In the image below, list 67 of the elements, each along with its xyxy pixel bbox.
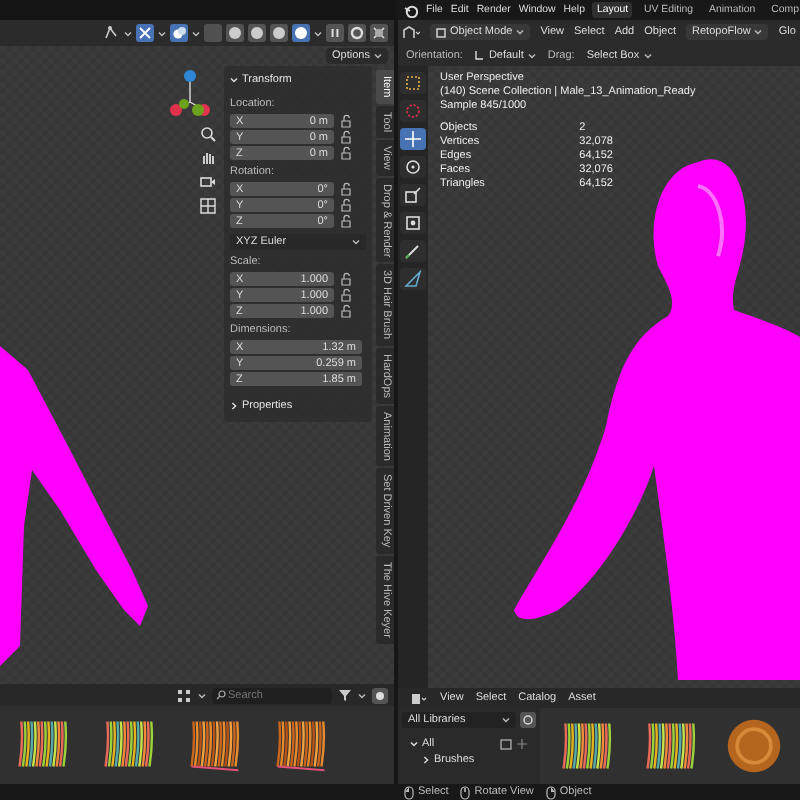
editor-type-icon[interactable] bbox=[402, 24, 420, 40]
caret-icon[interactable] bbox=[158, 29, 166, 37]
caret-icon[interactable] bbox=[527, 51, 536, 59]
transform-tool-icon bbox=[404, 214, 422, 232]
transform-tool-button[interactable] bbox=[400, 212, 426, 234]
scale-tool-icon bbox=[404, 186, 422, 204]
shading-mode-icon[interactable] bbox=[248, 24, 266, 42]
shading-mode-icon[interactable] bbox=[226, 24, 244, 42]
lock-icon[interactable] bbox=[340, 272, 354, 286]
filter-icon[interactable] bbox=[338, 688, 352, 702]
expand-caret-icon[interactable] bbox=[410, 740, 418, 748]
axes-icon bbox=[474, 50, 485, 60]
caret-icon[interactable] bbox=[314, 29, 322, 37]
search-icon bbox=[216, 690, 226, 700]
move-tool-button[interactable] bbox=[400, 128, 426, 150]
caret-icon[interactable] bbox=[124, 29, 132, 37]
caret-icon[interactable] bbox=[352, 238, 360, 246]
shading-mode-icon[interactable] bbox=[292, 24, 310, 42]
caret-icon[interactable] bbox=[198, 691, 206, 699]
transform-pivot-icon[interactable] bbox=[102, 24, 120, 42]
scale-tool-button[interactable] bbox=[400, 184, 426, 206]
pause-icon[interactable] bbox=[326, 24, 344, 42]
lock-icon[interactable] bbox=[340, 198, 354, 212]
mouse-icon bbox=[545, 785, 556, 799]
lock-icon[interactable] bbox=[340, 130, 354, 144]
editor-type-icon[interactable] bbox=[410, 690, 428, 706]
caret-icon[interactable] bbox=[643, 51, 652, 59]
add-icon[interactable] bbox=[516, 738, 528, 750]
lock-icon[interactable] bbox=[340, 114, 354, 128]
zoom-icon[interactable] bbox=[200, 126, 216, 142]
cursor-tool-button[interactable] bbox=[400, 100, 426, 122]
app-logo-icon[interactable] bbox=[404, 3, 418, 17]
cube-icon bbox=[436, 27, 446, 37]
camera-icon[interactable] bbox=[200, 174, 216, 190]
mouse-icon bbox=[460, 785, 471, 799]
lock-icon[interactable] bbox=[340, 182, 354, 196]
shading-mode-icon[interactable] bbox=[270, 24, 288, 42]
wood-ball-drawing[interactable] bbox=[724, 716, 784, 776]
select-tool-icon bbox=[404, 74, 422, 92]
lock-icon[interactable] bbox=[340, 304, 354, 318]
cursor-tool-icon bbox=[404, 102, 422, 120]
annotate-tool-button[interactable] bbox=[400, 240, 426, 262]
collapse-caret-icon[interactable] bbox=[422, 756, 430, 764]
select-tool-button[interactable] bbox=[400, 72, 426, 94]
rotate-tool-button[interactable] bbox=[400, 156, 426, 178]
caret-icon[interactable] bbox=[374, 52, 382, 60]
caret-icon[interactable] bbox=[358, 691, 366, 699]
render-icon[interactable] bbox=[370, 24, 388, 42]
lock-icon[interactable] bbox=[340, 146, 354, 160]
gizmo-icon[interactable] bbox=[136, 24, 154, 42]
rotate-tool-icon bbox=[404, 158, 422, 176]
overlay-icon[interactable] bbox=[170, 24, 188, 42]
thumbnail-view-icon[interactable] bbox=[176, 687, 192, 703]
grid-icon[interactable] bbox=[200, 198, 216, 214]
expand-caret-icon[interactable] bbox=[230, 76, 238, 84]
caret-icon[interactable] bbox=[516, 28, 525, 36]
lock-icon[interactable] bbox=[340, 214, 354, 228]
caret-icon[interactable] bbox=[502, 716, 510, 724]
caret-icon[interactable] bbox=[754, 28, 763, 36]
lock-icon[interactable] bbox=[340, 288, 354, 302]
caret-icon[interactable] bbox=[192, 29, 200, 37]
collapse-caret-icon[interactable] bbox=[230, 402, 238, 410]
mouse-icon bbox=[404, 785, 414, 799]
measure-tool-button[interactable] bbox=[400, 268, 426, 290]
measure-tool-icon bbox=[404, 270, 422, 288]
annotate-tool-icon bbox=[404, 242, 422, 260]
move-tool-icon bbox=[404, 130, 422, 148]
